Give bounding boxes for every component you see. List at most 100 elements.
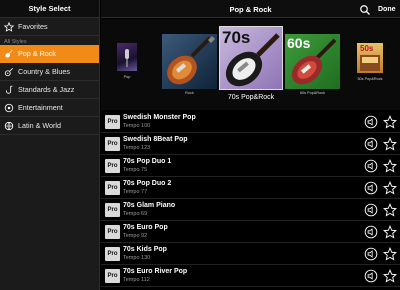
- favorite-button[interactable]: [383, 246, 397, 261]
- sidebar-item-entertainment[interactable]: Entertainment: [0, 99, 99, 117]
- decade-badge-60s: 60s: [287, 35, 311, 51]
- carousel-item-60s[interactable]: 60s: [285, 34, 340, 89]
- style-name: 70s Euro River Pop: [123, 268, 188, 275]
- style-name: Swedish Monster Pop: [123, 114, 196, 121]
- carousel-item-rock[interactable]: [162, 34, 217, 89]
- sidebar-item-pop-rock[interactable]: Pop & Rock: [0, 45, 99, 63]
- pro-badge: Pro: [105, 203, 120, 217]
- star-icon: [383, 114, 397, 129]
- speaker-icon: [364, 269, 378, 283]
- star-icon: [4, 21, 14, 32]
- sidebar-item-latin-world[interactable]: Latin & World: [0, 117, 99, 135]
- microphone-icon: [4, 103, 14, 113]
- sidebar-item-label: Pop & Rock: [18, 49, 56, 58]
- style-tempo: Tempo 92: [123, 233, 148, 239]
- list-item[interactable]: Pro Swedish 8Beat Pop Tempo 123: [101, 133, 400, 155]
- selected-style-caption: 70s Pop&Rock: [227, 94, 275, 101]
- star-icon: [383, 136, 397, 151]
- style-name: 70s Pop Duo 2: [123, 180, 172, 187]
- section-label: All Styles: [4, 39, 27, 45]
- header-bar: Pop & Rock Done: [101, 0, 400, 18]
- carousel-caption-pop: Pop: [123, 75, 131, 79]
- favorite-button[interactable]: [383, 136, 397, 151]
- pro-badge: Pro: [105, 269, 120, 283]
- style-name: 70s Glam Piano: [123, 202, 176, 209]
- sidebar-item-favorites[interactable]: Favorites: [0, 18, 99, 36]
- star-icon: [383, 246, 397, 261]
- star-icon: [383, 268, 397, 283]
- done-button[interactable]: Done: [378, 0, 396, 18]
- favorite-button[interactable]: [383, 114, 397, 129]
- carousel-caption-50s: 50s Pop&Rock: [357, 77, 383, 81]
- sidebar-item-label: Entertainment: [18, 103, 63, 112]
- carousel-caption-60s: 60s Pop&Rock: [299, 91, 326, 95]
- pro-badge: Pro: [105, 247, 120, 261]
- style-tempo: Tempo 112: [123, 277, 150, 283]
- style-tempo: Tempo 123: [123, 145, 151, 151]
- sidebar-title: Style Select: [0, 0, 99, 18]
- style-sidebar: Style Select Favorites All Styles Pop & …: [0, 0, 100, 290]
- list-item[interactable]: Pro 70s Pop Duo 2 Tempo 77: [101, 177, 400, 199]
- preview-button[interactable]: [364, 203, 378, 217]
- star-icon: [383, 224, 397, 239]
- carousel-item-pop[interactable]: [117, 43, 137, 71]
- guitar-icon: [4, 49, 14, 59]
- list-item[interactable]: Pro 70s Kids Pop Tempo 130: [101, 243, 400, 265]
- speaker-icon: [364, 225, 378, 239]
- globe-icon: [4, 121, 14, 131]
- sidebar-item-label: Latin & World: [18, 121, 62, 130]
- speaker-icon: [364, 137, 378, 151]
- favorite-button[interactable]: [383, 224, 397, 239]
- star-icon: [383, 202, 397, 217]
- style-name: 70s Kids Pop: [123, 246, 167, 253]
- page-title: Pop & Rock: [229, 4, 272, 14]
- speaker-icon: [364, 203, 378, 217]
- preview-button[interactable]: [364, 137, 378, 151]
- preview-button[interactable]: [364, 225, 378, 239]
- list-item[interactable]: Pro 70s Glam Piano Tempo 69: [101, 199, 400, 221]
- sidebar-item-standards-jazz[interactable]: Standards & Jazz: [0, 81, 99, 99]
- favorite-button[interactable]: [383, 180, 397, 195]
- favorite-button[interactable]: [383, 268, 397, 283]
- sidebar-item-label: Favorites: [18, 22, 48, 31]
- style-tempo: Tempo 75: [123, 167, 148, 173]
- preview-button[interactable]: [364, 247, 378, 261]
- list-item[interactable]: Pro 70s Pop Duo 1 Tempo 75: [101, 155, 400, 177]
- preview-button[interactable]: [364, 269, 378, 283]
- speaker-icon: [364, 115, 378, 129]
- list-item[interactable]: Pro 70s Euro Pop Tempo 92: [101, 221, 400, 243]
- preview-button[interactable]: [364, 181, 378, 195]
- style-name: Swedish 8Beat Pop: [123, 136, 188, 143]
- search-button[interactable]: [359, 3, 371, 15]
- style-tempo: Tempo 77: [123, 189, 148, 195]
- star-icon: [383, 158, 397, 173]
- decade-badge-50s: 50s: [360, 44, 374, 53]
- carousel-item-50s[interactable]: 50s: [357, 43, 383, 73]
- pro-badge: Pro: [105, 225, 120, 239]
- style-tempo: Tempo 130: [123, 255, 151, 261]
- preview-button[interactable]: [364, 159, 378, 173]
- preview-button[interactable]: [364, 115, 378, 129]
- speaker-icon: [364, 159, 378, 173]
- star-icon: [383, 180, 397, 195]
- pro-badge: Pro: [105, 181, 120, 195]
- carousel-item-70s[interactable]: 70s: [219, 26, 283, 90]
- decade-badge-70s: 70s: [222, 28, 251, 47]
- acoustic-guitar-icon: [4, 67, 14, 77]
- pro-badge: Pro: [105, 137, 120, 151]
- style-carousel[interactable]: Pop Rock 70s 70s Pop&Rock 60s 60s Pop&Ro…: [101, 19, 400, 110]
- list-item[interactable]: Pro Swedish Monster Pop Tempo 100: [101, 111, 400, 133]
- style-list: Pro Swedish Monster Pop Tempo 100 Pro Sw…: [101, 111, 400, 290]
- style-tempo: Tempo 100: [123, 123, 151, 129]
- search-icon: [360, 5, 370, 15]
- speaker-icon: [364, 181, 378, 195]
- speaker-icon: [364, 247, 378, 261]
- sidebar-item-label: Country & Blues: [18, 67, 70, 76]
- list-item[interactable]: Pro 70s Euro River Pop Tempo 112: [101, 265, 400, 287]
- style-name: 70s Pop Duo 1: [123, 158, 172, 165]
- favorite-button[interactable]: [383, 202, 397, 217]
- pro-badge: Pro: [105, 115, 120, 129]
- favorite-button[interactable]: [383, 158, 397, 173]
- sidebar-item-country-blues[interactable]: Country & Blues: [0, 63, 99, 81]
- sidebar-item-label: Standards & Jazz: [18, 85, 75, 94]
